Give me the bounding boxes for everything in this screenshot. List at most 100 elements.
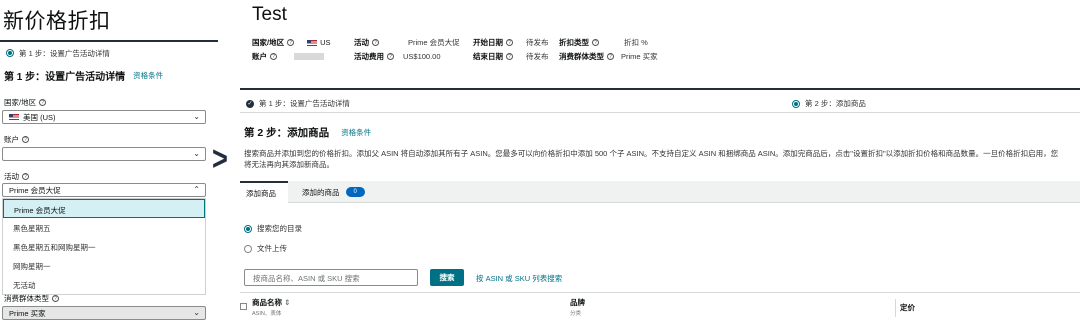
help-icon[interactable]: ? xyxy=(607,53,614,60)
radio-file-upload[interactable]: 文件上传 xyxy=(244,243,287,254)
meta-start: 开始日期 ? 待发布 xyxy=(473,37,549,48)
bulk-search-link[interactable]: 按 ASIN 或 SKU 列表搜索 xyxy=(476,273,562,284)
radio-file-upload-label: 文件上传 xyxy=(257,244,287,253)
event-label: 活动 ? xyxy=(4,171,29,182)
meta-event-label: 活动 xyxy=(354,38,369,47)
sort-icon[interactable]: ⇕ xyxy=(284,298,290,307)
col-brand-label: 品牌 xyxy=(570,298,585,307)
meta-consumer: 消费群体类型 ? Prime 买家 xyxy=(559,51,658,62)
meta-end: 结束日期 ? 待发布 xyxy=(473,51,549,62)
step-indicator[interactable]: 第 1 步：设置广告活动详情 xyxy=(0,40,218,60)
col-price: 定价 xyxy=(900,303,915,312)
event-option[interactable]: 黑色星期五 xyxy=(3,218,205,237)
us-flag-icon xyxy=(307,39,318,46)
meta-event-fee-label: 活动费用 xyxy=(354,52,384,61)
page-title: 新价格折扣 xyxy=(3,10,111,33)
account-label: 账户 ? xyxy=(4,134,29,145)
eligibility-link[interactable]: 资格条件 xyxy=(133,70,163,81)
meta-start-value: 待发布 xyxy=(526,38,549,47)
help-icon[interactable]: ? xyxy=(287,39,295,46)
event-option[interactable]: 网购星期一 xyxy=(3,256,205,275)
section-heading: 第 2 步：添加商品 资格条件 xyxy=(244,125,371,140)
search-button[interactable]: 搜索 xyxy=(430,269,464,286)
chevron-down-icon: ⌄ xyxy=(193,112,200,121)
section-heading-text: 第 2 步：添加商品 xyxy=(244,127,330,139)
consumer-select[interactable]: Prime 买家 ⌄ xyxy=(2,306,206,320)
meta-event-fee-value: US$100.00 xyxy=(403,52,441,61)
col-brand: 品牌 分类 xyxy=(570,297,585,317)
meta-account-label: 账户 xyxy=(252,52,267,61)
col-product-name-sub: ASIN、表体 xyxy=(252,311,282,317)
meta-account: 账户 ? xyxy=(252,51,324,62)
help-icon[interactable]: ? xyxy=(270,53,277,60)
meta-event-fee: 活动费用 ? US$100.00 xyxy=(354,51,441,62)
step-2[interactable]: 第 2 步：添加商品 xyxy=(792,98,866,109)
help-icon[interactable]: ? xyxy=(52,295,59,302)
event-option[interactable]: 黑色星期五和网购星期一 xyxy=(3,237,205,256)
col-product-name[interactable]: 商品名称 ⇕ ASIN、表体 xyxy=(252,297,290,317)
meta-discount-type-value: 折扣 % xyxy=(624,38,648,47)
help-icon[interactable]: ? xyxy=(506,39,513,46)
chevron-up-icon: ⌃ xyxy=(193,185,200,194)
description-text: 搜索商品并添加到您的价格折扣。添加父 ASIN 将自动添加其所有子 ASIN。您… xyxy=(244,149,1059,169)
tab-bar: 添加商品 添加的商品 0 xyxy=(240,181,1080,203)
help-icon[interactable]: ? xyxy=(592,39,599,46)
help-icon[interactable]: ? xyxy=(506,53,513,60)
meta-event: 活动 ? Prime 会员大促 xyxy=(354,37,460,48)
radio-search-catalog[interactable]: 搜索您的目录 xyxy=(244,223,302,234)
event-dropdown-list: Prime 会员大促 黑色星期五 黑色星期五和网购星期一 网购星期一 无活动 xyxy=(2,198,206,295)
event-option[interactable]: 无活动 xyxy=(3,275,205,294)
divider xyxy=(240,88,1080,90)
us-flag-icon xyxy=(9,114,19,120)
help-icon[interactable]: ? xyxy=(22,173,29,180)
event-label-text: 活动 xyxy=(4,172,19,181)
meta-country-value: US xyxy=(320,38,331,47)
consumer-label-text: 消费群体类型 xyxy=(4,294,49,303)
country-select[interactable]: 美国 (US) ⌄ xyxy=(2,110,206,124)
tab-added-products[interactable]: 添加的商品 0 xyxy=(296,181,371,203)
meta-end-value: 待发布 xyxy=(526,52,549,61)
meta-country: 国家/地区 ? US xyxy=(252,37,331,48)
table-header: 商品名称 ⇕ ASIN、表体 品牌 分类 定价 xyxy=(240,292,1080,323)
consumer-label: 消费群体类型 ? xyxy=(4,293,59,304)
step-1-label: 第 1 步：设置广告活动详情 xyxy=(259,99,350,108)
event-select[interactable]: Prime 会员大促 ⌃ xyxy=(2,183,206,197)
column-separator xyxy=(895,299,896,317)
chevron-down-icon: ⌄ xyxy=(193,149,200,158)
step-1[interactable]: ✓ 第 1 步：设置广告活动详情 xyxy=(246,98,350,109)
event-select-value: Prime 会员大促 xyxy=(9,185,61,195)
count-badge: 0 xyxy=(345,187,365,197)
col-brand-sub: 分类 xyxy=(570,311,582,317)
meta-consumer-label: 消费群体类型 xyxy=(559,52,604,61)
search-input[interactable]: 按商品名称、ASIN 或 SKU 搜索 xyxy=(244,269,418,286)
eligibility-link[interactable]: 资格条件 xyxy=(341,127,371,138)
help-icon[interactable]: ? xyxy=(372,39,379,46)
meta-discount-type-label: 折扣类型 xyxy=(559,38,589,47)
select-all-checkbox[interactable] xyxy=(240,303,247,310)
check-icon: ✓ xyxy=(246,99,254,108)
add-products-panel: Test 国家/地区 ? US 活动 ? Prime 会员大促 开始日期 ? 待… xyxy=(240,0,1080,323)
step-label: 第 1 步：设置广告活动详情 xyxy=(19,48,110,58)
tab-add-products[interactable]: 添加商品 xyxy=(240,181,288,203)
meta-consumer-value: Prime 买家 xyxy=(621,52,658,61)
col-product-name-label: 商品名称 xyxy=(252,298,282,307)
account-label-text: 账户 xyxy=(4,135,19,144)
country-label-text: 国家/地区 xyxy=(4,98,37,107)
step-radio-icon xyxy=(6,49,14,57)
campaign-title: Test xyxy=(252,4,287,25)
radio-search-catalog-label: 搜索您的目录 xyxy=(257,224,302,233)
account-select[interactable]: ⌄ xyxy=(2,147,206,161)
event-option[interactable]: Prime 会员大促 xyxy=(3,199,205,218)
radio-unselected-icon xyxy=(244,244,252,253)
consumer-select-value: Prime 买家 xyxy=(9,308,46,318)
tab-add-products-label: 添加商品 xyxy=(246,188,276,198)
meta-discount-type: 折扣类型 ? 折扣 % xyxy=(559,37,648,48)
meta-end-label: 结束日期 xyxy=(473,52,503,61)
help-icon[interactable]: ? xyxy=(22,136,29,143)
tab-added-products-label: 添加的商品 xyxy=(302,187,340,197)
help-icon[interactable]: ? xyxy=(387,53,394,60)
country-label: 国家/地区 ? xyxy=(4,97,47,108)
chevron-down-icon: ⌄ xyxy=(193,308,200,317)
help-icon[interactable]: ? xyxy=(39,99,47,106)
transition-arrow: > xyxy=(211,140,228,178)
